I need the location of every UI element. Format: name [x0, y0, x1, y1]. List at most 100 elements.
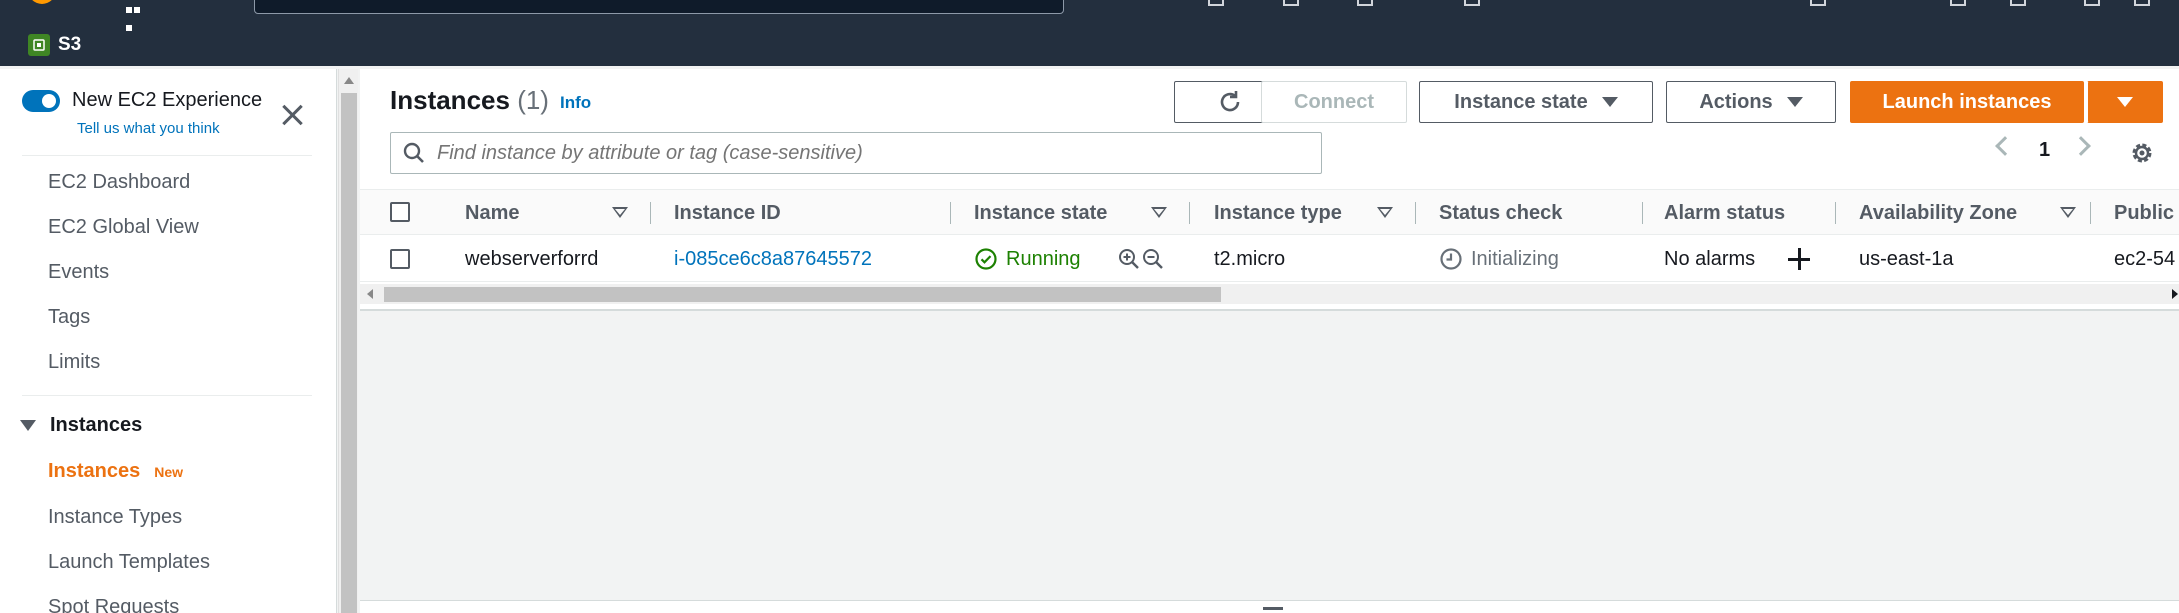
column-header-instance-type[interactable]: Instance type: [1214, 190, 1342, 236]
sort-icon[interactable]: [1377, 207, 1393, 218]
row-checkbox[interactable]: [390, 249, 410, 269]
region-menu-icon[interactable]: [1810, 0, 1826, 6]
sort-icon[interactable]: [612, 207, 628, 218]
column-separator[interactable]: [650, 202, 651, 224]
chevron-right-icon[interactable]: [2071, 136, 2091, 156]
split-panel-handle[interactable]: [360, 600, 2179, 613]
column-header-name[interactable]: Name: [465, 190, 519, 236]
cell-availability-zone: us-east-1a: [1859, 247, 1954, 270]
more-menu-icon[interactable]: [2134, 0, 2150, 6]
actions-button[interactable]: Actions: [1666, 81, 1836, 123]
notifications-icon[interactable]: [1283, 0, 1299, 6]
sidebar-item-limits[interactable]: Limits: [48, 351, 100, 374]
chevron-left-icon[interactable]: [1995, 136, 2015, 156]
page-title-text: Instances: [390, 85, 510, 115]
drag-handle-icon[interactable]: [1263, 607, 1283, 610]
apps-grid-icon[interactable]: [126, 0, 148, 31]
support-menu-icon[interactable]: [2010, 0, 2026, 6]
page-number[interactable]: 1: [2039, 139, 2050, 162]
new-badge: New: [154, 464, 184, 480]
caret-down-icon: [1601, 97, 1618, 107]
column-separator[interactable]: [1642, 202, 1643, 224]
sidebar-item-events[interactable]: Events: [48, 261, 109, 284]
favorite-s3-label: S3: [58, 34, 82, 55]
sidebar: New EC2 Experience Tell us what you thin…: [0, 69, 337, 613]
user-menu-icon[interactable]: [2084, 0, 2100, 6]
cell-alarm-status: No alarms: [1664, 247, 1756, 270]
search-input[interactable]: [437, 141, 1317, 165]
zoom-in-icon[interactable]: [1117, 236, 1141, 282]
column-header-public[interactable]: Public: [2114, 190, 2174, 236]
sidebar-item-instances[interactable]: Instances New: [48, 460, 183, 483]
close-icon[interactable]: [278, 101, 306, 129]
sidebar-section-label: Instances: [50, 414, 143, 436]
launch-instances-button[interactable]: Launch instances: [1850, 81, 2084, 123]
scrollbar-thumb[interactable]: [341, 93, 357, 613]
zoom-out-icon[interactable]: [1141, 236, 1165, 282]
instance-state-button[interactable]: Instance state: [1419, 81, 1653, 123]
account-menu-icon[interactable]: [1950, 0, 1966, 6]
cell-instance-type: t2.micro: [1214, 247, 1286, 270]
cloudshell-icon[interactable]: [1208, 0, 1224, 6]
column-separator[interactable]: [1835, 202, 1836, 224]
sidebar-item-ec2-global-view[interactable]: EC2 Global View: [48, 216, 199, 239]
scroll-left-arrow[interactable]: [367, 289, 373, 299]
instance-search[interactable]: [390, 132, 1322, 174]
state-label: Running: [1006, 247, 1081, 270]
main-content: Instances (1) Info Connect Instance stat…: [360, 69, 2179, 613]
actions-label: Actions: [1699, 90, 1773, 113]
sidebar-section-instances[interactable]: Instances: [20, 414, 142, 437]
instance-state-label: Instance state: [1454, 90, 1588, 113]
help-icon[interactable]: [1357, 0, 1373, 6]
sidebar-scrollbar[interactable]: [338, 69, 358, 613]
cell-instance-id-link[interactable]: i-085ce6c8a87645572: [674, 236, 872, 282]
table-row[interactable]: webserverforrd i-085ce6c8a87645572 Runni…: [360, 236, 2179, 282]
caret-down-icon: [1786, 97, 1803, 107]
settings-icon[interactable]: [1464, 0, 1480, 6]
scroll-right-arrow[interactable]: [2172, 289, 2178, 299]
sidebar-item-ec2-dashboard[interactable]: EC2 Dashboard: [48, 171, 190, 194]
new-experience-toggle-row: New EC2 Experience: [22, 89, 262, 112]
column-separator[interactable]: [1189, 202, 1190, 224]
sidebar-item-tags[interactable]: Tags: [48, 306, 90, 329]
column-separator[interactable]: [950, 202, 951, 224]
cell-instance-state: Running: [974, 236, 1081, 282]
feedback-link[interactable]: Tell us what you think: [77, 120, 220, 137]
sort-icon[interactable]: [2060, 207, 2076, 218]
cell-status-check: Initializing: [1439, 236, 1559, 282]
favorite-s3[interactable]: S3: [28, 34, 81, 56]
column-header-status-check[interactable]: Status check: [1439, 190, 1562, 236]
column-separator[interactable]: [2090, 202, 2091, 224]
select-all-checkbox[interactable]: [390, 202, 410, 222]
instance-count: (1): [517, 85, 549, 115]
scrollbar-thumb[interactable]: [384, 287, 1221, 302]
new-experience-toggle[interactable]: [22, 89, 60, 112]
column-header-availability-zone[interactable]: Availability Zone: [1859, 190, 2017, 236]
sort-icon[interactable]: [1151, 207, 1167, 218]
column-separator[interactable]: [1415, 202, 1416, 224]
check-circle-icon: [975, 248, 997, 270]
connect-button[interactable]: Connect: [1261, 81, 1407, 123]
column-header-alarm-status[interactable]: Alarm status: [1664, 190, 1785, 236]
add-alarm-plus-icon[interactable]: [1788, 248, 1810, 270]
refresh-icon: [1220, 91, 1240, 112]
sidebar-item-launch-templates[interactable]: Launch Templates: [48, 551, 210, 574]
column-header-instance-id[interactable]: Instance ID: [674, 190, 781, 236]
sidebar-divider: [22, 395, 312, 396]
global-search-input[interactable]: [254, 0, 1064, 14]
sidebar-item-instance-types[interactable]: Instance Types: [48, 506, 182, 529]
settings-gear-icon[interactable]: [2128, 139, 2156, 167]
clock-icon: [1440, 248, 1462, 270]
top-nav-bar: S3: [0, 0, 2179, 66]
launch-instances-dropdown[interactable]: [2087, 81, 2163, 123]
page-title: Instances (1): [390, 85, 549, 116]
sidebar-divider: [22, 155, 312, 156]
aws-logo[interactable]: [28, 0, 56, 4]
scroll-up-arrow[interactable]: [344, 77, 354, 84]
column-header-instance-state[interactable]: Instance state: [974, 190, 1107, 236]
info-link[interactable]: Info: [560, 93, 591, 113]
search-icon: [403, 142, 424, 163]
table-horizontal-scrollbar[interactable]: [360, 284, 2179, 304]
table-header: Name Instance ID Instance state Instance…: [360, 189, 2179, 235]
sidebar-item-spot-requests[interactable]: Spot Requests: [48, 596, 179, 613]
